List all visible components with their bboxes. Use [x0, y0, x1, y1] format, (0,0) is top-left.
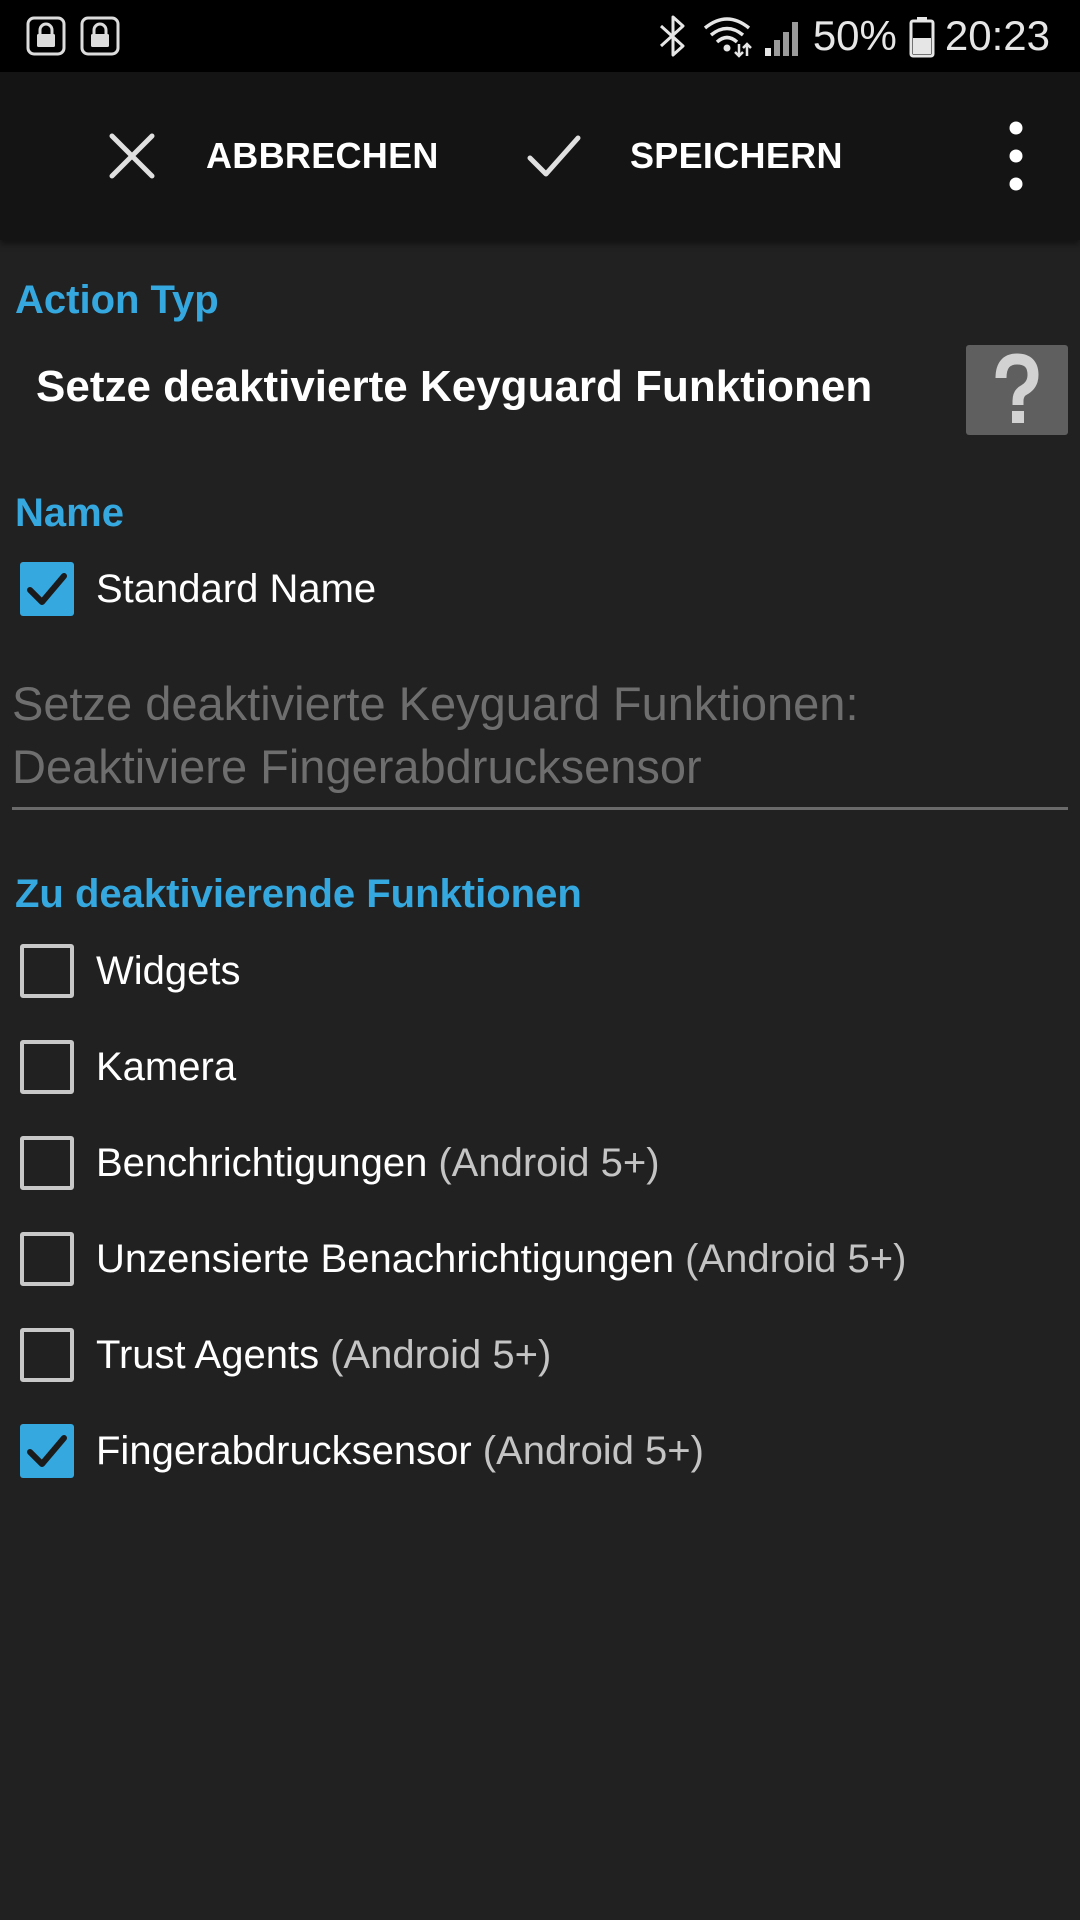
name-input-underline [12, 807, 1068, 810]
standard-name-checkbox[interactable] [20, 562, 74, 616]
action-type-value[interactable]: Setze deaktivierte Keyguard Funktionen [36, 362, 872, 412]
feature-row-unredacted-notifications[interactable]: Unzensierte Benachrichtigungen (Android … [20, 1228, 906, 1290]
feature-label: Trust Agents [96, 1332, 320, 1377]
feature-row-notifications[interactable]: Benchrichtigungen (Android 5+) [20, 1132, 660, 1194]
save-label: SPEICHERN [630, 135, 843, 176]
feature-row-fingerprint[interactable]: Fingerabdrucksensor (Android 5+) [20, 1420, 704, 1482]
standard-name-label: Standard Name [96, 566, 377, 611]
feature-hint: (Android 5+) [438, 1140, 660, 1185]
name-input-line-1: Setze deaktivierte Keyguard Funktionen: [12, 677, 859, 730]
feature-checkbox[interactable] [20, 1424, 74, 1478]
action-bar: ABBRECHEN SPEICHERN [0, 72, 1080, 240]
features-heading: Zu deaktivierende Funktionen [15, 872, 582, 916]
feature-checkbox[interactable] [20, 1136, 74, 1190]
battery-icon [909, 17, 935, 58]
feature-checkbox[interactable] [20, 1232, 74, 1286]
bluetooth-icon [659, 15, 685, 57]
action-type-heading: Action Typ [15, 278, 219, 322]
feature-label: Kamera [96, 1044, 237, 1089]
feature-row-camera[interactable]: Kamera [20, 1036, 236, 1098]
lock-icon [80, 16, 120, 56]
feature-hint: (Android 5+) [330, 1332, 552, 1377]
status-bar: 50% 20:23 [0, 0, 1080, 72]
feature-checkbox[interactable] [20, 1040, 74, 1094]
cellular-signal-icon [764, 22, 798, 56]
feature-label: Widgets [96, 948, 241, 993]
cancel-button[interactable]: ABBRECHEN [104, 72, 439, 240]
check-icon [527, 135, 581, 177]
name-heading: Name [15, 491, 124, 535]
feature-label: Benchrichtigungen [96, 1140, 428, 1185]
feature-label: Fingerabdrucksensor [96, 1428, 472, 1473]
feature-hint: (Android 5+) [685, 1236, 907, 1281]
help-icon [995, 353, 1039, 423]
lock-icon [26, 16, 66, 56]
close-icon [109, 133, 155, 179]
status-right: 50% 20:23 [655, 0, 1080, 72]
feature-row-trust-agents[interactable]: Trust Agents (Android 5+) [20, 1324, 551, 1386]
feature-checkbox[interactable] [20, 944, 74, 998]
name-input-line-2: Deaktiviere Fingerabdrucksensor [12, 740, 702, 793]
wifi-icon [703, 17, 752, 58]
feature-checkbox[interactable] [20, 1328, 74, 1382]
standard-name-checkbox-row[interactable]: Standard Name [20, 558, 376, 620]
overflow-menu-icon[interactable] [976, 114, 1056, 198]
checkmark-icon [27, 573, 67, 605]
name-input[interactable]: Setze deaktivierte Keyguard Funktionen: … [12, 672, 1068, 798]
save-button[interactable]: SPEICHERN [524, 72, 843, 240]
help-button[interactable] [966, 345, 1068, 435]
feature-hint: (Android 5+) [482, 1428, 704, 1473]
cancel-label: ABBRECHEN [206, 135, 439, 176]
battery-percent: 50% [812, 12, 897, 59]
feature-row-widgets[interactable]: Widgets [20, 940, 241, 1002]
checkmark-icon [27, 1435, 67, 1467]
clock: 20:23 [944, 12, 1050, 59]
feature-label: Unzensierte Benachrichtigungen [96, 1236, 675, 1281]
